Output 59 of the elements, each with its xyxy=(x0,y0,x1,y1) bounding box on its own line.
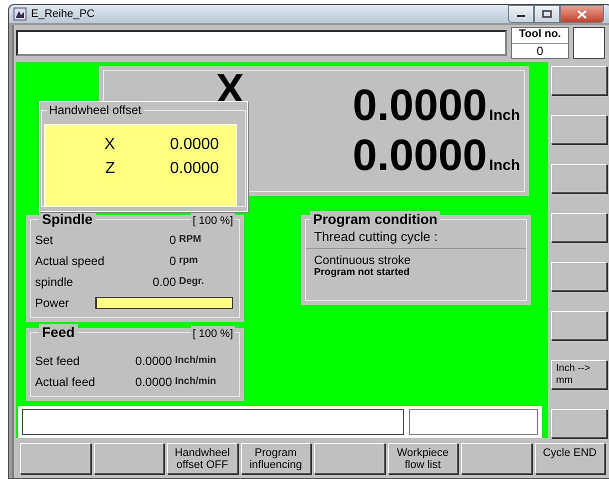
axis-label: X xyxy=(103,136,115,154)
side-button[interactable] xyxy=(551,115,607,144)
softkey-button[interactable] xyxy=(94,443,164,474)
unit-label: Inch xyxy=(489,107,520,124)
field-value: 0 xyxy=(169,232,176,246)
unit-label: RPM xyxy=(178,234,202,245)
side-button[interactable]: Inch --> mm xyxy=(551,360,607,389)
field-label: Set feed xyxy=(35,354,81,368)
field-label: spindle xyxy=(35,274,74,288)
field-label: Power xyxy=(35,296,70,310)
status-text: Program not started xyxy=(313,267,411,278)
tool-label: Tool no. xyxy=(512,28,568,44)
maximize-button[interactable] xyxy=(534,5,560,23)
position-value: 0.0000 xyxy=(352,84,488,128)
side-button[interactable] xyxy=(551,164,607,193)
softkey-button[interactable] xyxy=(314,443,384,474)
unit-label: Inch/min xyxy=(174,355,218,366)
status-field xyxy=(573,27,605,59)
unit-label: Inch xyxy=(489,157,520,174)
unit-label: Degr. xyxy=(178,276,206,287)
mode-text: Continuous stroke xyxy=(313,252,412,267)
softkey-button[interactable]: Program influencing xyxy=(240,443,311,474)
softkey-button[interactable]: Workpiece flow list xyxy=(388,443,458,474)
offset-value: 0.0000 xyxy=(170,160,219,178)
field-label: Actual speed xyxy=(35,254,106,268)
field-value: 0.00 xyxy=(152,274,176,288)
softkey-button[interactable] xyxy=(20,443,90,474)
close-button[interactable] xyxy=(560,5,604,23)
override-value: [ 100 %] xyxy=(190,326,235,342)
side-button[interactable] xyxy=(551,213,607,242)
side-button[interactable] xyxy=(551,311,607,340)
side-button[interactable] xyxy=(551,409,607,438)
offset-value: 0.0000 xyxy=(170,136,219,154)
input-field[interactable] xyxy=(409,409,538,435)
field-label: Actual feed xyxy=(35,374,96,388)
cycle-text: Thread cutting cycle : xyxy=(306,227,526,249)
axis-label: Z xyxy=(104,160,115,178)
unit-label: rpm xyxy=(178,255,199,266)
side-button[interactable] xyxy=(551,66,607,95)
field-value: 0.0000 xyxy=(135,354,172,368)
field-label: Set xyxy=(35,232,54,246)
minimize-button[interactable] xyxy=(508,5,534,23)
field-value: 0 xyxy=(169,254,176,268)
field-value: 0.0000 xyxy=(135,374,172,388)
close-icon xyxy=(577,10,587,18)
window-title: E_Reihe_PC xyxy=(31,8,96,20)
softkey-button[interactable] xyxy=(461,443,532,474)
side-button[interactable] xyxy=(551,262,607,291)
tool-value: 0 xyxy=(536,44,544,58)
dialog-title: Handwheel offset xyxy=(47,103,144,117)
maximize-icon xyxy=(542,10,552,18)
input-field[interactable] xyxy=(22,409,404,435)
app-icon xyxy=(13,7,27,21)
panel-title: Program condition xyxy=(310,211,440,227)
position-value: 0.0000 xyxy=(352,134,488,178)
softkey-button[interactable]: Cycle END xyxy=(534,443,605,474)
override-value: [ 100 %] xyxy=(190,213,235,229)
softkey-button[interactable]: Handwheel offset OFF xyxy=(167,443,238,474)
unit-label: Inch/min xyxy=(174,376,218,387)
